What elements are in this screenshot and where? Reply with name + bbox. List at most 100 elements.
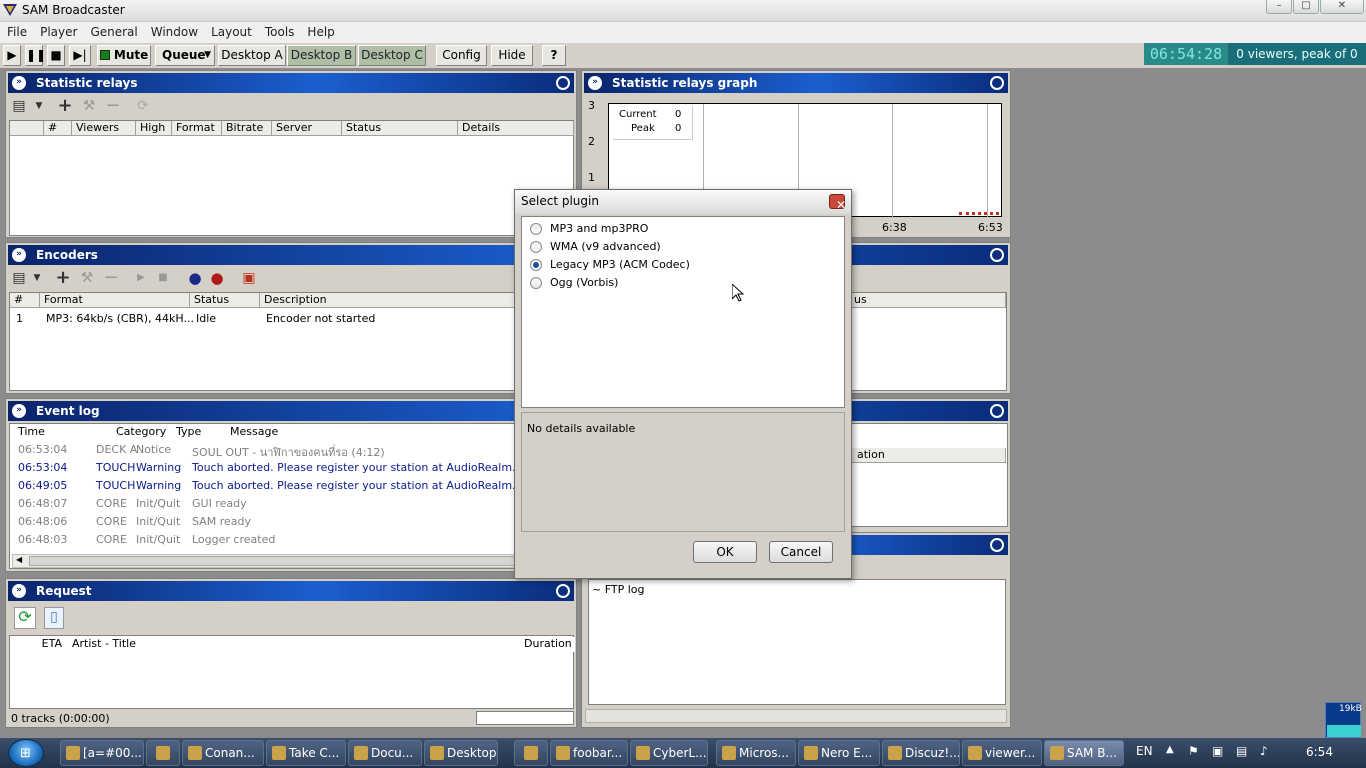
tray-expand-icon[interactable]: ▲ [1166, 744, 1174, 755]
plugin-option[interactable]: WMA (v9 advanced) [530, 239, 830, 255]
device-icon[interactable]: ▤ [1236, 744, 1247, 758]
col-format[interactable]: Format [40, 293, 190, 308]
add-relay-icon[interactable]: + [56, 97, 74, 115]
desktop-a-button[interactable]: Desktop A [218, 45, 286, 66]
relay-settings-icon[interactable]: ⚒ [80, 97, 98, 115]
table-row[interactable]: 06:48:03 CORE Init/Quit Logger created [10, 532, 570, 548]
taskbar-clock[interactable]: 6:54 [1306, 745, 1333, 759]
radio-button[interactable] [530, 223, 542, 235]
maximize-button[interactable]: □ [1293, 0, 1319, 14]
desktop-b-button[interactable]: Desktop B [287, 45, 356, 66]
taskbar-item[interactable]: Take C... [266, 740, 346, 766]
add-encoder-icon[interactable]: + [54, 269, 72, 287]
mute-button[interactable]: Mute [97, 45, 151, 66]
flag-icon[interactable]: ⚑ [1188, 744, 1199, 758]
plugin-option[interactable]: Ogg (Vorbis) [530, 275, 830, 291]
desktop-c-button[interactable]: Desktop C [358, 45, 426, 66]
panel-expand-icon[interactable]: » [12, 404, 26, 418]
record-icon[interactable]: ● [208, 269, 226, 287]
table-row[interactable]: 06:48:07 CORE Init/Quit GUI ready [10, 496, 570, 512]
col-number[interactable]: # [44, 121, 72, 136]
taskbar-item[interactable]: Desktop [424, 740, 498, 766]
ftp-log-textarea[interactable]: ~ FTP log [588, 579, 1006, 705]
start-button[interactable]: ⊞ [8, 739, 44, 767]
taskbar-item[interactable]: Conan... [182, 740, 264, 766]
panel-dock-icon[interactable] [556, 584, 570, 598]
col-viewers[interactable]: Viewers [72, 121, 136, 136]
encoder-export-icon[interactable]: ▣ [240, 269, 258, 287]
table-row[interactable]: 06:49:05 TOUCH Warning Touch aborted. Pleas… [10, 478, 570, 494]
panel-expand-icon[interactable]: » [12, 76, 26, 90]
scrollbar-thumb[interactable] [29, 556, 549, 566]
taskbar-item[interactable] [514, 740, 548, 766]
plugin-option[interactable]: MP3 and mp3PRO [530, 221, 830, 237]
col-eta[interactable]: ETA [10, 637, 66, 652]
col-status[interactable]: Status [342, 121, 458, 136]
dialog-close-button[interactable]: ✕ [829, 194, 846, 212]
col-status[interactable]: Status [190, 293, 260, 308]
taskbar-item[interactable]: [a=#00... [60, 740, 144, 766]
col-partial[interactable]: us [850, 293, 1006, 308]
taskbar-item[interactable]: Docu... [348, 740, 422, 766]
menu-layout[interactable]: Layout [204, 22, 258, 39]
col-details[interactable]: Details [458, 121, 574, 136]
chevron-down-icon[interactable]: ▼ [28, 269, 46, 287]
radio-button[interactable] [530, 259, 542, 271]
col-artist-title[interactable]: Artist - Title [68, 637, 368, 652]
menu-window[interactable]: Window [144, 22, 204, 39]
menu-help[interactable]: Help [300, 22, 340, 39]
panel-dock-icon[interactable] [990, 404, 1004, 418]
col-category[interactable]: Category [110, 425, 170, 440]
remove-encoder-icon[interactable]: − [102, 269, 120, 287]
table-row[interactable]: 06:53:04 DECK A Notice SOUL OUT - นาฬิกาของ… [10, 442, 570, 459]
menu-player[interactable]: Player [33, 22, 83, 39]
table-row[interactable]: 06:53:04 TOUCH Warning Touch aborted. Pleas… [10, 460, 570, 476]
col-number[interactable]: # [10, 293, 40, 308]
chevron-down-icon[interactable]: ▼ [30, 97, 48, 115]
encoder-settings-icon[interactable]: ⚒ [78, 269, 96, 287]
col-format[interactable]: Format [172, 121, 222, 136]
next-button[interactable]: ▶| [69, 45, 91, 66]
panel-dock-icon[interactable] [990, 76, 1004, 90]
queue-dropdown[interactable]: Queue ▼ [155, 45, 215, 66]
menu-tools[interactable]: Tools [258, 22, 301, 39]
col-high[interactable]: High [136, 121, 172, 136]
menu-file[interactable]: File [0, 22, 33, 39]
panel-expand-icon[interactable]: » [12, 248, 26, 262]
radio-button[interactable] [530, 241, 542, 253]
taskbar-item[interactable]: viewer... [962, 740, 1042, 766]
ok-button[interactable]: OK [693, 541, 757, 563]
play-button[interactable]: ▶ [3, 45, 21, 66]
col-time[interactable]: Time [10, 425, 110, 440]
table-row[interactable]: 06:48:06 CORE Init/Quit SAM ready [10, 514, 570, 530]
blue-dot-icon[interactable]: ● [186, 269, 204, 287]
taskbar-item[interactable]: foobar... [550, 740, 628, 766]
col-type[interactable]: Type [170, 425, 230, 440]
help-button[interactable]: ? [542, 45, 566, 66]
relay-list-icon[interactable]: ▤ [10, 97, 28, 115]
minimize-button[interactable]: – [1266, 0, 1292, 14]
col-duration[interactable]: Duration [520, 637, 575, 652]
remove-relay-icon[interactable]: − [104, 97, 122, 115]
document-icon[interactable]: ▯ [44, 607, 64, 629]
config-button[interactable]: Config [436, 45, 487, 66]
taskbar-item[interactable]: Nero E... [798, 740, 880, 766]
taskbar-item[interactable] [146, 740, 180, 766]
panel-dock-icon[interactable] [990, 248, 1004, 262]
taskbar-item[interactable]: SAM B... [1044, 740, 1124, 766]
cancel-button[interactable]: Cancel [769, 541, 833, 563]
volume-icon[interactable]: ♪ [1260, 744, 1268, 758]
scroll-left-icon[interactable]: ◀ [16, 555, 22, 564]
panel-dock-icon[interactable] [556, 76, 570, 90]
horizontal-scrollbar[interactable]: ◀ [12, 554, 576, 568]
panel-dock-icon[interactable] [990, 538, 1004, 552]
language-indicator[interactable]: EN [1136, 744, 1153, 758]
stop-button[interactable]: ■ [47, 45, 65, 66]
menu-general[interactable]: General [83, 22, 143, 39]
radio-button[interactable] [530, 277, 542, 289]
hide-button[interactable]: Hide [491, 45, 533, 66]
panel-expand-icon[interactable]: » [12, 584, 26, 598]
plugin-option[interactable]: Legacy MP3 (ACM Codec) [530, 257, 830, 273]
taskbar-item[interactable]: Micros... [716, 740, 796, 766]
encoder-list-icon[interactable]: ▤ [10, 269, 28, 287]
